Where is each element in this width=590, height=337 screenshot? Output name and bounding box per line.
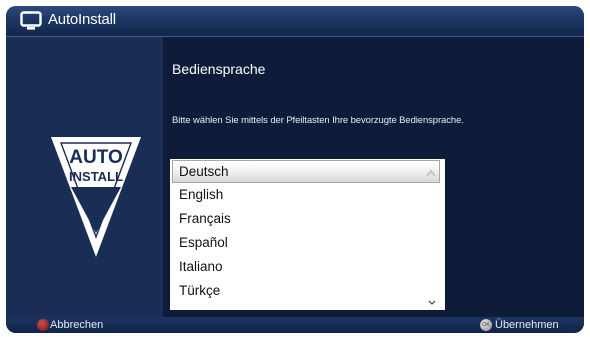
language-option-label: Français xyxy=(179,211,231,226)
red-key-icon xyxy=(37,319,49,331)
cancel-button[interactable]: Abbrechen xyxy=(50,318,103,332)
language-option-francais[interactable]: Français xyxy=(170,207,439,231)
language-option-deutsch[interactable]: Deutsch xyxy=(172,160,440,183)
main-content: Bediensprache Bitte wählen Sie mittels d… xyxy=(163,37,584,317)
autoinstall-screen: AutoInstall AUTO INSTALL Bediensprache B… xyxy=(6,6,584,333)
language-option-english[interactable]: English xyxy=(170,183,439,207)
title-bar: AutoInstall xyxy=(6,6,584,37)
ok-key-icon: OK xyxy=(480,319,492,331)
logo-text-install: INSTALL xyxy=(69,169,123,184)
language-option-label: English xyxy=(179,187,224,202)
language-option-turkce[interactable]: Türkçe xyxy=(170,279,439,303)
language-option-italiano[interactable]: Italiano xyxy=(170,255,439,279)
tv-icon xyxy=(20,11,42,30)
chevron-down-icon[interactable] xyxy=(428,300,436,305)
language-list[interactable]: Deutsch English Français Español Italian… xyxy=(170,159,445,310)
accept-button[interactable]: Übernehmen xyxy=(495,318,559,332)
language-option-label: Türkçe xyxy=(179,283,221,298)
language-option-label: Deutsch xyxy=(179,164,229,179)
language-option-espanol[interactable]: Español xyxy=(170,231,439,255)
logo-text-auto: AUTO xyxy=(69,147,122,168)
window-title: AutoInstall xyxy=(48,11,116,28)
instruction-text: Bitte wählen Sie mittels der Pfeiltasten… xyxy=(172,115,464,126)
autoinstall-logo: AUTO INSTALL xyxy=(51,137,141,257)
footer-bar: Abbrechen OK Übernehmen xyxy=(6,317,584,333)
language-option-label: Italiano xyxy=(179,259,223,274)
page-title: Bediensprache xyxy=(172,61,266,77)
chevron-up-icon[interactable] xyxy=(426,169,436,177)
side-panel: AUTO INSTALL xyxy=(6,37,163,317)
language-option-label: Español xyxy=(179,235,228,250)
